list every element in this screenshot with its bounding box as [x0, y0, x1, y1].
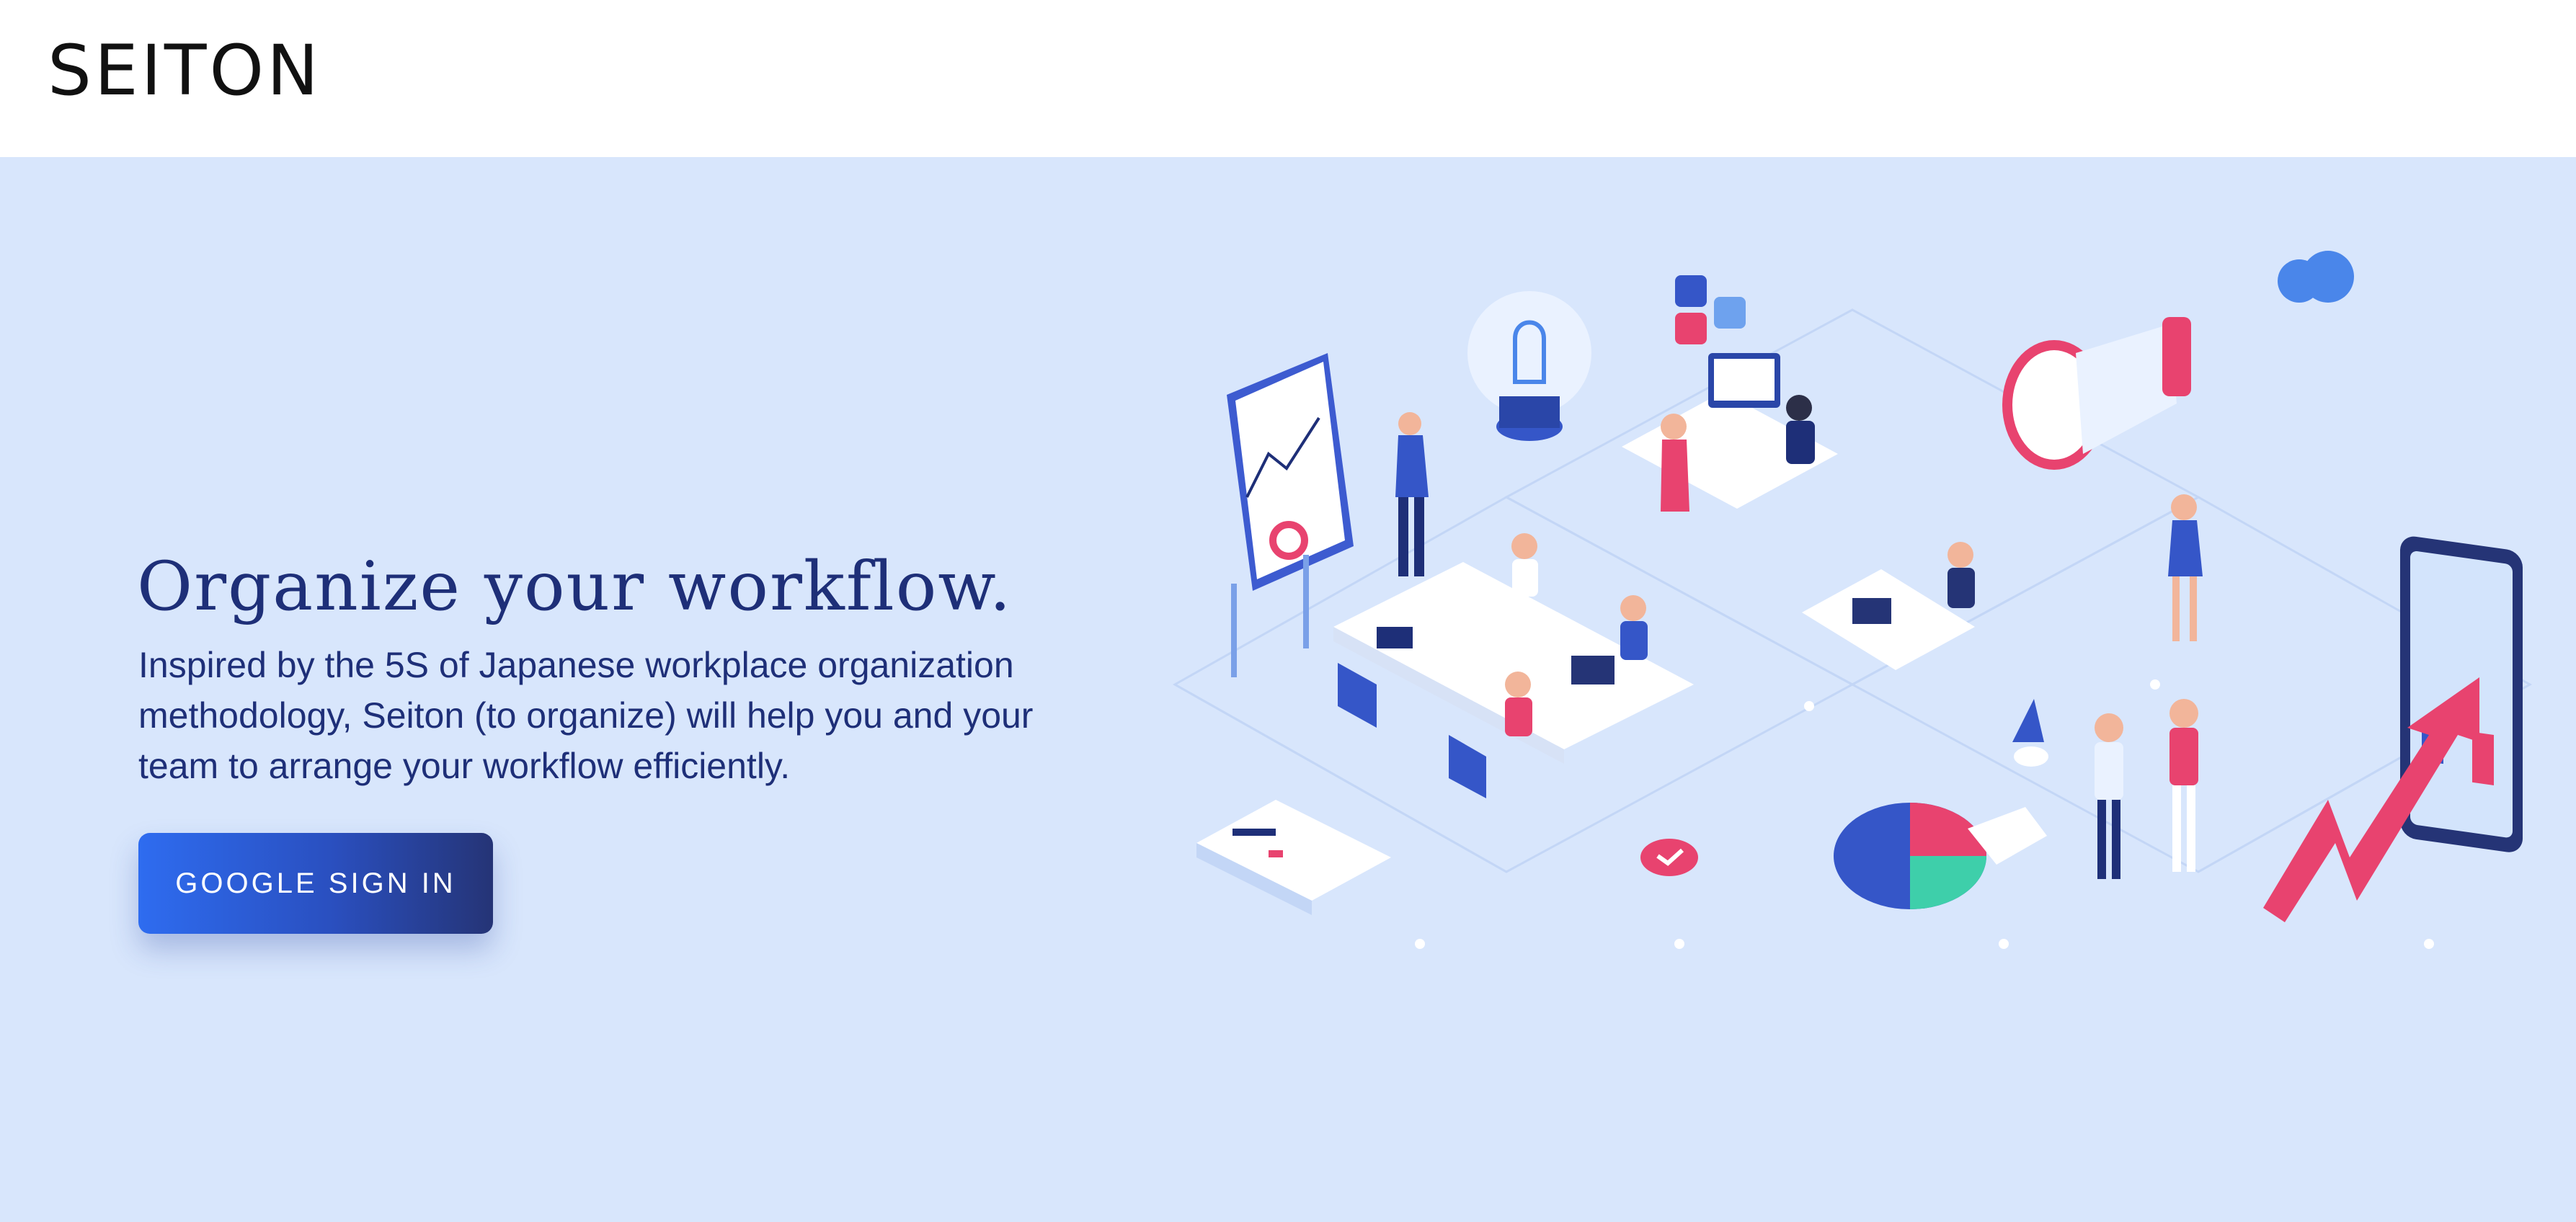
manager-desk — [1802, 542, 1975, 670]
documents-stack — [1196, 800, 1391, 915]
presenter-figure — [1395, 412, 1429, 576]
hero-description: Inspired by the 5S of Japanese workplace… — [138, 645, 1034, 786]
pie-chart-graphic — [1834, 803, 2047, 909]
code-icons — [1675, 275, 1746, 344]
google-sign-in-button[interactable]: GOOGLE SIGN IN — [138, 833, 493, 934]
office-teamwork-illustration — [1172, 251, 2533, 949]
top-navigation-bar: SEITON — [0, 0, 2576, 157]
workstation-desk — [1622, 353, 1838, 512]
lightbulb-icon — [1467, 291, 1591, 441]
potted-plant-icon — [2012, 699, 2048, 767]
woman-with-phone — [2168, 494, 2203, 641]
cloud-upload-icon — [2278, 251, 2354, 303]
check-badge-icon — [1640, 839, 1698, 876]
megaphone-icon — [2002, 317, 2191, 470]
handshake-pair — [2095, 699, 2198, 879]
hero-headline: Organize your workflow. — [137, 548, 1013, 626]
seiton-logo[interactable]: SEITON — [48, 36, 321, 105]
